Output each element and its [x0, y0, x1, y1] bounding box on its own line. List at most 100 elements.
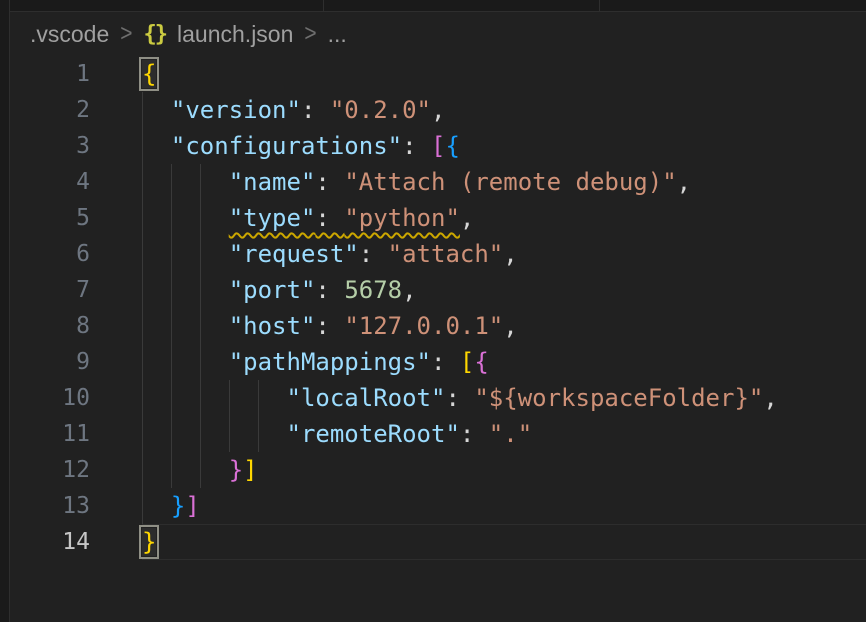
- code-token: ,: [503, 312, 517, 340]
- line-text: "version": "0.2.0",: [142, 92, 866, 128]
- indent-guide: [200, 344, 201, 380]
- code-token: :: [431, 348, 460, 376]
- code-token: "type": [229, 204, 316, 232]
- indent-guide: [142, 128, 143, 164]
- line-text: "remoteRoot": ".": [142, 416, 866, 452]
- code-token: }: [171, 492, 185, 520]
- line-text: }: [142, 524, 866, 560]
- indent-guide: [200, 308, 201, 344]
- code-token: ,: [460, 204, 474, 232]
- line-number[interactable]: 8: [10, 308, 90, 344]
- code-token: "127.0.0.1": [344, 312, 503, 340]
- line-number[interactable]: 11: [10, 416, 90, 452]
- code-line-3[interactable]: 3 "configurations": [{: [10, 128, 866, 164]
- code-token: "configurations": [171, 132, 402, 160]
- indent-guide: [142, 308, 143, 344]
- code-line-12[interactable]: 12 }]: [10, 452, 866, 488]
- indent-guide: [142, 416, 143, 452]
- code-token: "0.2.0": [330, 96, 431, 124]
- warning-squiggle: "type": "python": [229, 204, 460, 232]
- indent-guide: [200, 272, 201, 308]
- indent-guide: [171, 344, 172, 380]
- code-line-1[interactable]: 1{: [10, 56, 866, 92]
- indent-spaces: [142, 96, 171, 124]
- tab-segment-1[interactable]: [10, 0, 323, 10]
- code-editor[interactable]: 1{2 "version": "0.2.0",3 "configurations…: [10, 56, 866, 560]
- indent-guide: [142, 452, 143, 488]
- panel-edge-sash[interactable]: [0, 0, 10, 622]
- indent-spaces: [142, 168, 229, 196]
- line-text: "request": "attach",: [142, 236, 866, 272]
- code-line-5[interactable]: 5 "type": "python",: [10, 200, 866, 236]
- indent-guide: [200, 380, 201, 416]
- code-line-14[interactable]: 14}: [10, 524, 866, 560]
- code-token: ".": [489, 420, 532, 448]
- code-token: ,: [503, 240, 517, 268]
- line-number[interactable]: 13: [10, 488, 90, 524]
- indent-guide: [142, 200, 143, 236]
- line-number[interactable]: 1: [10, 56, 90, 92]
- code-line-4[interactable]: 4 "name": "Attach (remote debug)",: [10, 164, 866, 200]
- indent-spaces: [142, 456, 229, 484]
- line-text: {: [142, 56, 866, 92]
- code-line-2[interactable]: 2 "version": "0.2.0",: [10, 92, 866, 128]
- code-line-9[interactable]: 9 "pathMappings": [{: [10, 344, 866, 380]
- line-number[interactable]: 3: [10, 128, 90, 164]
- line-number[interactable]: 5: [10, 200, 90, 236]
- line-text: }]: [142, 452, 866, 488]
- indent-guide: [171, 308, 172, 344]
- code-token: ]: [243, 456, 257, 484]
- tab-segment-2[interactable]: [324, 0, 599, 10]
- line-number[interactable]: 10: [10, 380, 90, 416]
- line-text: "host": "127.0.0.1",: [142, 308, 866, 344]
- bracket-match: {: [142, 60, 156, 88]
- code-token: "host": [229, 312, 316, 340]
- code-line-13[interactable]: 13 }]: [10, 488, 866, 524]
- indent-spaces: [142, 384, 287, 412]
- indent-guide: [142, 344, 143, 380]
- indent-guide: [142, 164, 143, 200]
- indent-guide: [171, 164, 172, 200]
- line-number[interactable]: 4: [10, 164, 90, 200]
- indent-guide: [200, 200, 201, 236]
- breadcrumb-folder[interactable]: .vscode: [30, 21, 109, 48]
- line-number[interactable]: 2: [10, 92, 90, 128]
- tab-separator: [599, 0, 600, 11]
- code-token: "remoteRoot": [287, 420, 460, 448]
- code-token: "localRoot": [287, 384, 446, 412]
- indent-guide: [142, 92, 143, 128]
- line-number[interactable]: 9: [10, 344, 90, 380]
- code-line-11[interactable]: 11 "remoteRoot": ".": [10, 416, 866, 452]
- code-token: "python": [344, 204, 460, 232]
- line-number[interactable]: 6: [10, 236, 90, 272]
- code-token: {: [445, 132, 459, 160]
- code-token: :: [315, 276, 344, 304]
- code-token: :: [315, 168, 344, 196]
- line-number[interactable]: 14: [10, 524, 90, 560]
- tab-strip: [0, 0, 866, 12]
- code-token: :: [402, 132, 431, 160]
- breadcrumb-symbol[interactable]: ...: [328, 21, 347, 48]
- code-token: "version": [171, 96, 301, 124]
- indent-guide: [171, 452, 172, 488]
- indent-guide: [200, 452, 201, 488]
- indent-spaces: [142, 240, 229, 268]
- line-number[interactable]: 12: [10, 452, 90, 488]
- indent-guide: [258, 416, 259, 452]
- chevron-right-icon: >: [304, 20, 316, 48]
- code-line-8[interactable]: 8 "host": "127.0.0.1",: [10, 308, 866, 344]
- code-line-7[interactable]: 7 "port": 5678,: [10, 272, 866, 308]
- chevron-right-icon: >: [120, 20, 132, 48]
- tab-segment-3[interactable]: [600, 0, 866, 10]
- code-line-10[interactable]: 10 "localRoot": "${workspaceFolder}",: [10, 380, 866, 416]
- line-number[interactable]: 7: [10, 272, 90, 308]
- indent-guide: [258, 380, 259, 416]
- breadcrumb-file[interactable]: launch.json: [177, 21, 293, 48]
- indent-guide: [171, 272, 172, 308]
- code-line-6[interactable]: 6 "request": "attach",: [10, 236, 866, 272]
- indent-guide: [200, 164, 201, 200]
- indent-spaces: [142, 132, 171, 160]
- indent-guide: [200, 236, 201, 272]
- code-token: 5678: [344, 276, 402, 304]
- code-token: [: [431, 132, 445, 160]
